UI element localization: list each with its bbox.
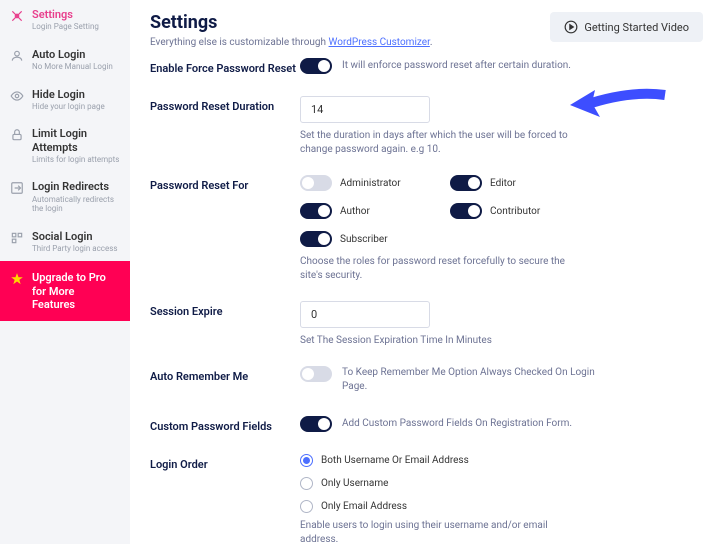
remember-label: Auto Remember Me — [150, 366, 300, 383]
custom-pw-toggle[interactable] — [300, 416, 332, 432]
duration-desc: Set the duration in days after which the… — [300, 129, 580, 157]
custom-pw-label: Custom Password Fields — [150, 416, 300, 433]
force-reset-toggle[interactable] — [300, 58, 332, 74]
main-panel: Settings Everything else is customizable… — [130, 0, 727, 544]
sidebar-item-limitlogin[interactable]: Limit Login Attempts Limits for login at… — [0, 119, 130, 172]
role-toggle-admin[interactable] — [300, 175, 332, 191]
reset-for-label: Password Reset For — [150, 175, 300, 192]
sidebar-item-sub: Hide your login page — [32, 102, 105, 112]
order-radio-username[interactable] — [300, 477, 313, 490]
customizer-link[interactable]: WordPress Customizer — [329, 37, 430, 48]
play-icon — [564, 20, 578, 34]
sidebar-item-sub: Automatically redirects the login — [32, 195, 120, 214]
sidebar-item-hidelogin[interactable]: Hide Login Hide your login page — [0, 80, 130, 120]
eye-icon — [10, 89, 24, 103]
page-title: Settings — [150, 12, 433, 33]
sidebar-item-label: Limit Login Attempts — [32, 127, 120, 153]
sidebar-item-label: Auto Login — [32, 48, 113, 61]
radio-label: Only Email Address — [321, 501, 407, 512]
session-label: Session Expire — [150, 301, 300, 318]
redirect-icon — [10, 181, 24, 195]
role-label: Editor — [490, 178, 516, 189]
force-reset-desc: It will enforce password reset after cer… — [342, 59, 571, 73]
sidebar-item-redirects[interactable]: Login Redirects Automatically redirects … — [0, 172, 130, 221]
sidebar-item-label: Upgrade to Pro for More Features — [32, 271, 120, 311]
session-input[interactable] — [300, 301, 430, 328]
sidebar-item-social[interactable]: Social Login Third Party login access — [0, 222, 130, 262]
role-label: Author — [340, 206, 370, 217]
getting-started-video-button[interactable]: Getting Started Video — [550, 12, 703, 42]
role-toggle-contributor[interactable] — [450, 203, 482, 219]
settings-icon — [10, 9, 24, 23]
user-icon — [10, 49, 24, 63]
sidebar-item-label: Login Redirects — [32, 180, 120, 193]
reset-for-desc: Choose the roles for password reset forc… — [300, 255, 580, 283]
star-icon — [10, 272, 24, 286]
sidebar-item-sub: Third Party login access — [32, 244, 117, 254]
remember-desc: To Keep Remember Me Option Always Checke… — [342, 366, 622, 394]
order-radio-email[interactable] — [300, 500, 313, 513]
sidebar-item-settings[interactable]: Settings Login Page Setting — [0, 0, 130, 40]
force-reset-label: Enable Force Password Reset — [150, 58, 300, 75]
role-label: Contributor — [490, 206, 540, 217]
order-label: Login Order — [150, 454, 300, 471]
role-toggle-author[interactable] — [300, 203, 332, 219]
custom-pw-desc: Add Custom Password Fields On Registrati… — [342, 417, 572, 431]
radio-label: Both Username Or Email Address — [321, 455, 469, 466]
page-subtitle: Everything else is customizable through … — [150, 37, 433, 48]
role-toggle-subscriber[interactable] — [300, 231, 332, 247]
order-desc: Enable users to login using their userna… — [300, 519, 580, 544]
lock-icon — [10, 128, 24, 142]
role-label: Administrator — [340, 178, 401, 189]
session-desc: Set The Session Expiration Time In Minut… — [300, 334, 580, 348]
role-label: Subscriber — [340, 234, 388, 245]
sidebar-item-autologin[interactable]: Auto Login No More Manual Login — [0, 40, 130, 80]
duration-input[interactable] — [300, 96, 430, 123]
sidebar-item-sub: Login Page Setting — [32, 22, 99, 32]
sidebar: Settings Login Page Setting Auto Login N… — [0, 0, 130, 544]
role-toggle-editor[interactable] — [450, 175, 482, 191]
social-icon — [10, 231, 24, 245]
order-radio-both[interactable] — [300, 454, 313, 467]
sidebar-item-sub: No More Manual Login — [32, 62, 113, 72]
radio-label: Only Username — [321, 478, 388, 489]
sidebar-item-label: Social Login — [32, 230, 117, 243]
duration-label: Password Reset Duration — [150, 96, 300, 113]
sidebar-item-sub: Limits for login attempts — [32, 155, 120, 165]
sidebar-item-label: Settings — [32, 8, 99, 21]
sidebar-item-upgrade[interactable]: Upgrade to Pro for More Features — [0, 261, 130, 321]
remember-toggle[interactable] — [300, 366, 332, 382]
sidebar-item-label: Hide Login — [32, 88, 105, 101]
